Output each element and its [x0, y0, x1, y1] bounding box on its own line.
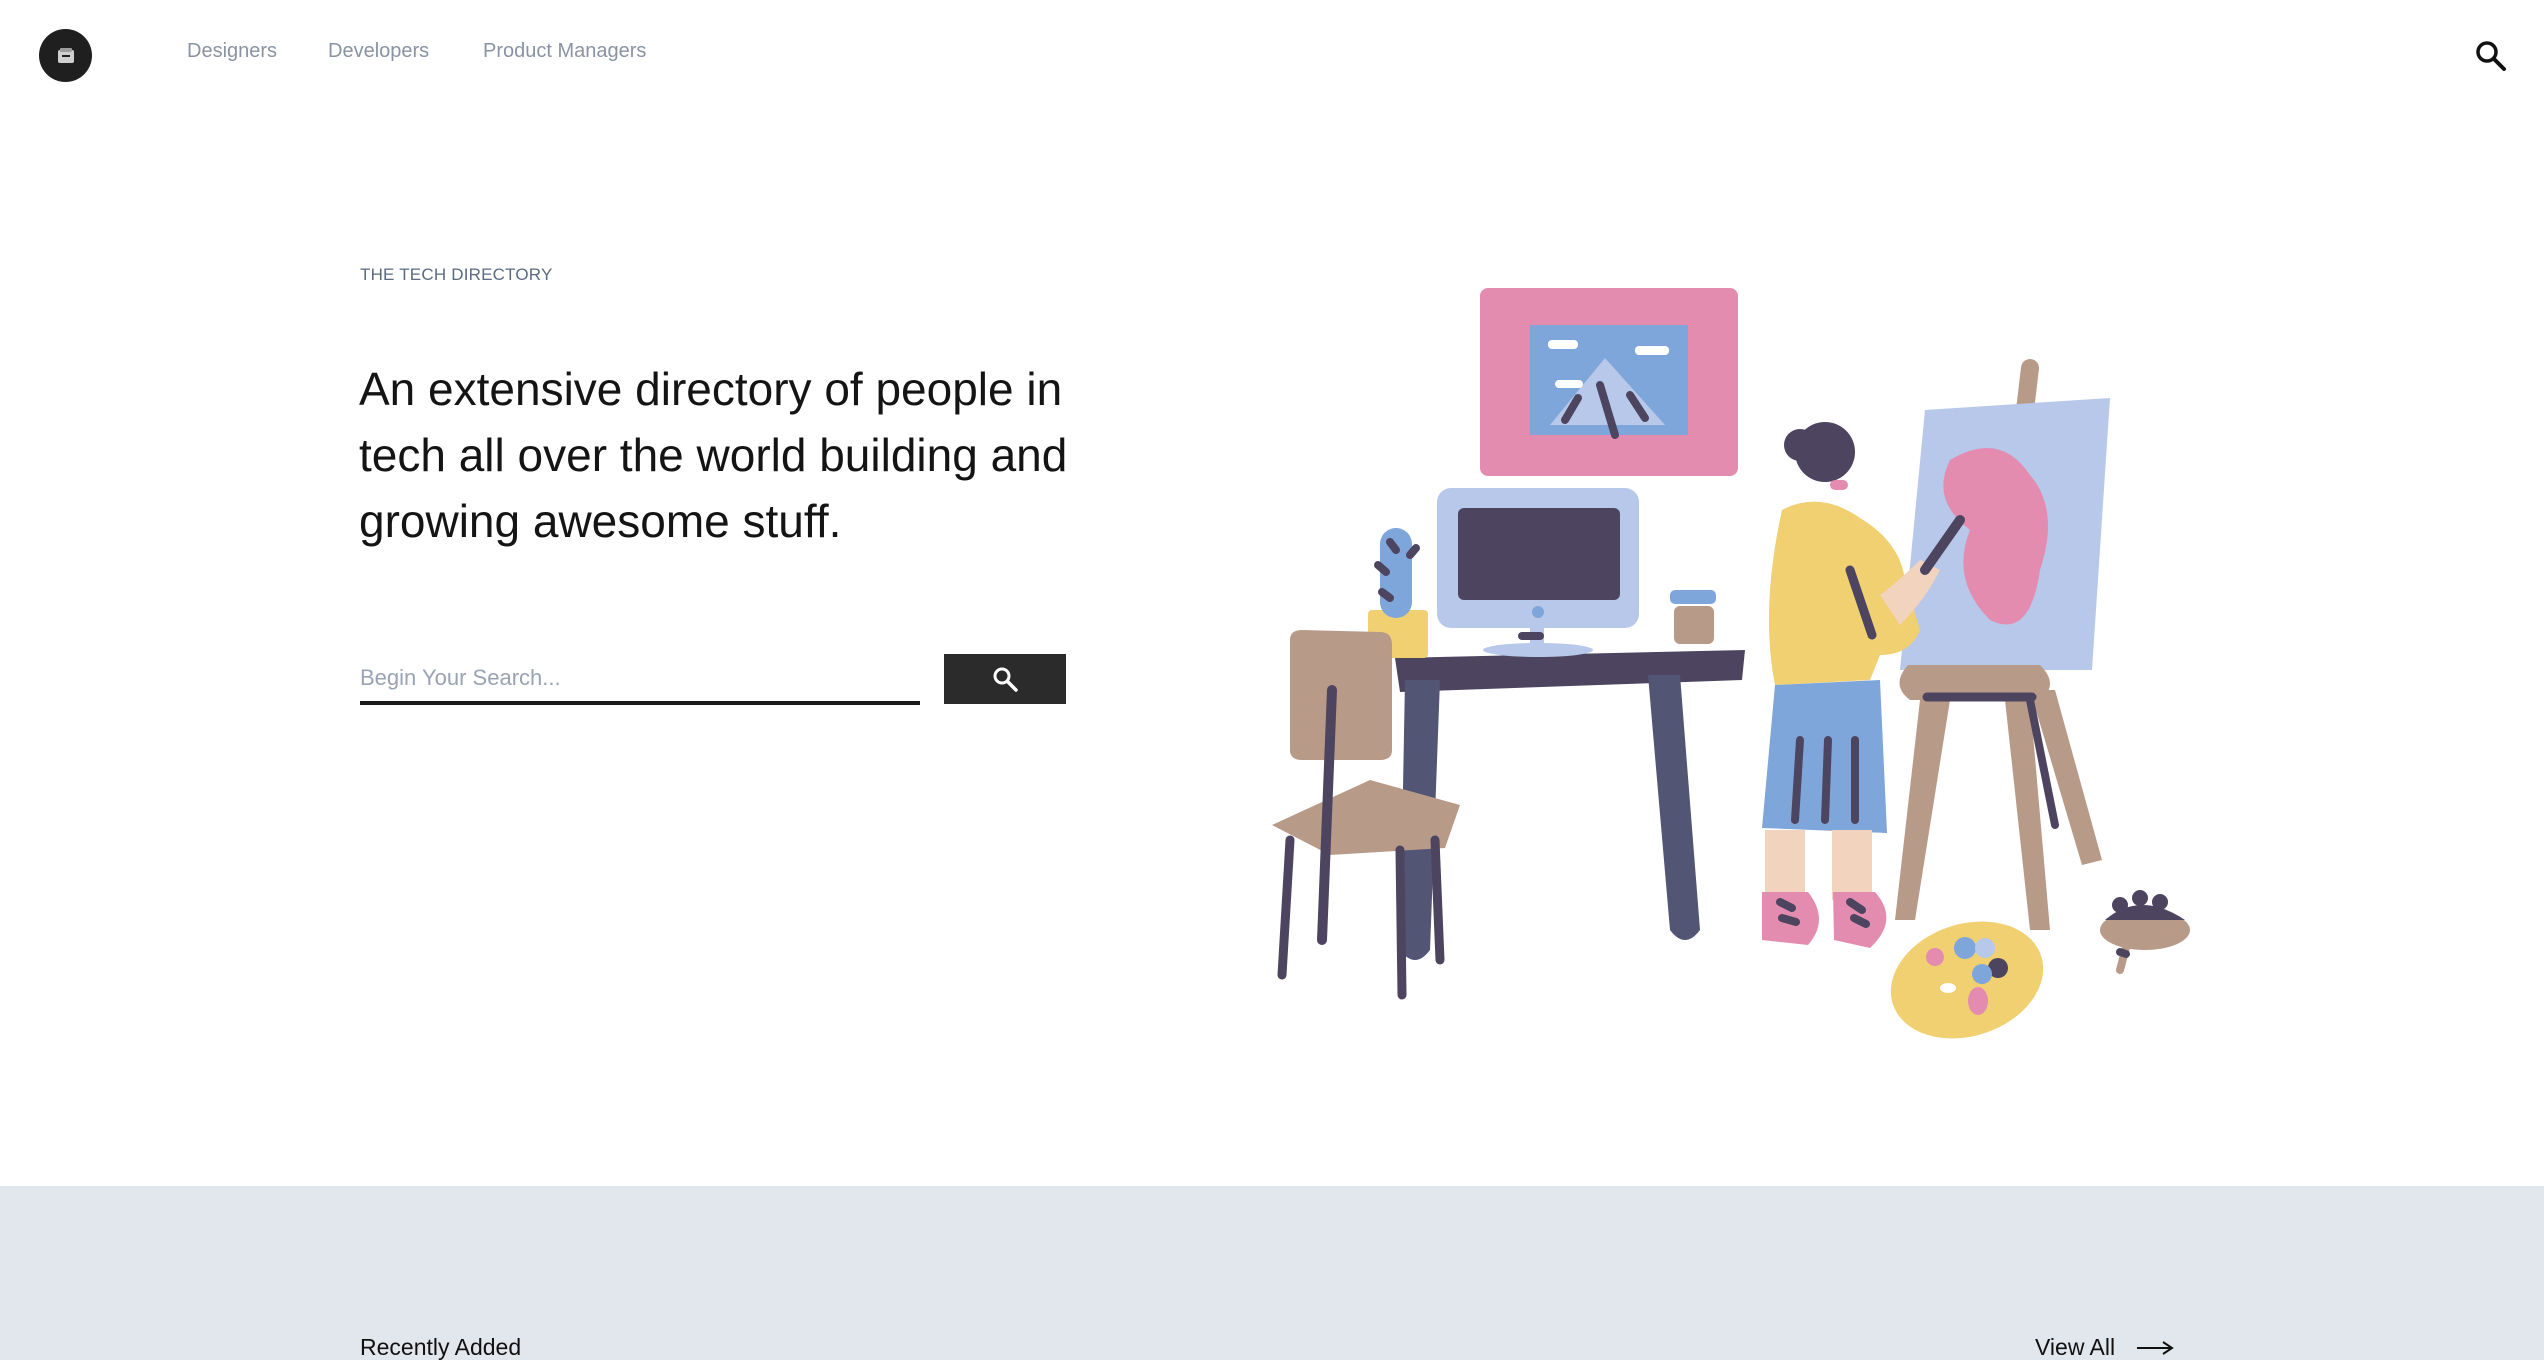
nav-link-developers[interactable]: Developers [328, 40, 429, 63]
computer-monitor [1437, 488, 1639, 657]
easel [1895, 359, 2110, 930]
section-title: Recently Added [360, 1334, 522, 1360]
nav-link-product-managers[interactable]: Product Managers [483, 40, 646, 63]
hero-illustration [1272, 288, 2190, 1039]
site-logo[interactable] [39, 29, 92, 82]
top-navigation: Designers Developers Product Managers [0, 0, 2544, 112]
search-icon [993, 667, 1018, 692]
search-icon[interactable] [2474, 39, 2508, 73]
coffee-cup [1670, 590, 1716, 644]
recently-added-section: Recently Added View All [0, 1186, 2544, 1360]
nav-link-designers[interactable]: Designers [187, 40, 277, 63]
search-button[interactable] [944, 654, 1066, 704]
brush-jar [2100, 890, 2190, 974]
box-logo-icon [57, 47, 74, 63]
search-input[interactable] [360, 655, 920, 705]
view-all-link[interactable]: View All [2035, 1334, 2175, 1360]
hero-eyebrow: THE TECH DIRECTORY [360, 265, 553, 284]
wall-picture [1480, 288, 1738, 476]
hero-headline: An extensive directory of people in tech… [359, 363, 1068, 547]
arrow-right-icon [2137, 1340, 2174, 1355]
view-all-label: View All [2035, 1334, 2116, 1360]
